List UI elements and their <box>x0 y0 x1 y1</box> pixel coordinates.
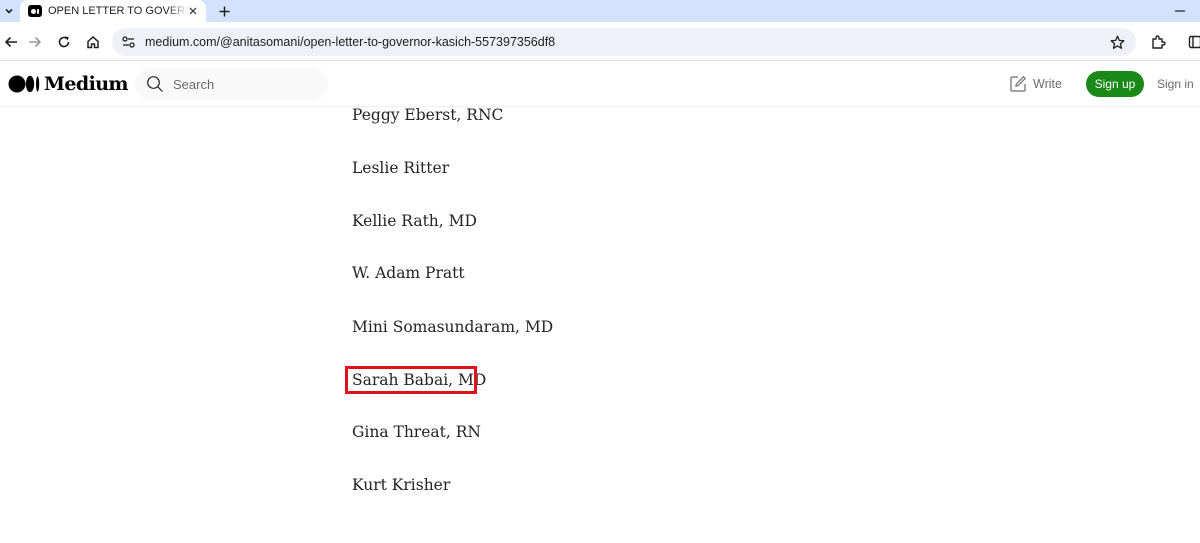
forward-button[interactable] <box>24 31 46 53</box>
back-icon <box>4 36 17 48</box>
search-icon <box>147 76 163 92</box>
signer-name: Peggy Eberst, RNC <box>352 106 504 124</box>
reload-button[interactable] <box>53 31 75 53</box>
chevron-down-icon <box>5 8 13 14</box>
sign-up-button[interactable]: Sign up <box>1086 71 1144 97</box>
highlight-box <box>345 366 477 394</box>
plus-icon <box>219 6 229 16</box>
side-panel-icon <box>1188 35 1200 49</box>
browser-tabstrip: OPEN LETTER TO GOVERNOR KASICH <box>0 0 1200 22</box>
close-icon <box>189 7 197 15</box>
star-icon <box>1109 35 1125 49</box>
signer-name: W. Adam Pratt <box>352 264 465 282</box>
medium-logo-link[interactable]: Medium <box>8 73 129 95</box>
home-button[interactable] <box>82 31 104 53</box>
tab-close-button[interactable] <box>186 4 200 18</box>
minimize-icon <box>1175 10 1185 12</box>
bookmark-button[interactable] <box>1108 33 1126 51</box>
home-icon <box>87 35 99 49</box>
write-icon <box>1010 76 1026 92</box>
write-label: Write <box>1033 77 1062 91</box>
browser-tab-active[interactable]: OPEN LETTER TO GOVERNOR KASICH <box>20 0 206 22</box>
new-tab-button[interactable] <box>214 0 234 22</box>
site-info-button[interactable] <box>120 34 136 50</box>
extensions-button[interactable] <box>1147 31 1169 53</box>
sign-in-link[interactable]: Sign in <box>1157 77 1194 91</box>
url-text: medium.com/@anitasomani/open-letter-to-g… <box>145 35 556 49</box>
medium-header: Medium Write Sign up Sign in <box>0 61 1200 107</box>
window-minimize-button[interactable] <box>1172 0 1188 22</box>
search-box[interactable] <box>135 68 328 100</box>
medium-logo-text: Medium <box>44 73 129 95</box>
forward-icon <box>29 36 42 48</box>
back-button[interactable] <box>0 31 22 53</box>
address-bar[interactable]: medium.com/@anitasomani/open-letter-to-g… <box>112 28 1136 56</box>
search-input[interactable] <box>173 68 318 100</box>
medium-logo-icon <box>8 75 41 93</box>
medium-favicon-icon <box>28 5 42 17</box>
site-info-icon <box>121 36 135 48</box>
side-panel-button[interactable] <box>1184 31 1200 53</box>
signer-name: Leslie Ritter <box>352 159 450 177</box>
tab-search-button[interactable] <box>0 0 18 22</box>
tab-title: OPEN LETTER TO GOVERNOR KASICH <box>48 5 188 17</box>
write-button[interactable]: Write <box>1009 73 1062 95</box>
signer-name: Kurt Krisher <box>352 476 451 494</box>
browser-toolbar: medium.com/@anitasomani/open-letter-to-g… <box>0 22 1200 61</box>
signer-name: Mini Somasundaram, MD <box>352 318 554 336</box>
extensions-icon <box>1151 34 1166 49</box>
signer-name: Kellie Rath, MD <box>352 212 477 230</box>
reload-icon <box>58 36 70 48</box>
signer-name: Gina Threat, RN <box>352 423 481 441</box>
